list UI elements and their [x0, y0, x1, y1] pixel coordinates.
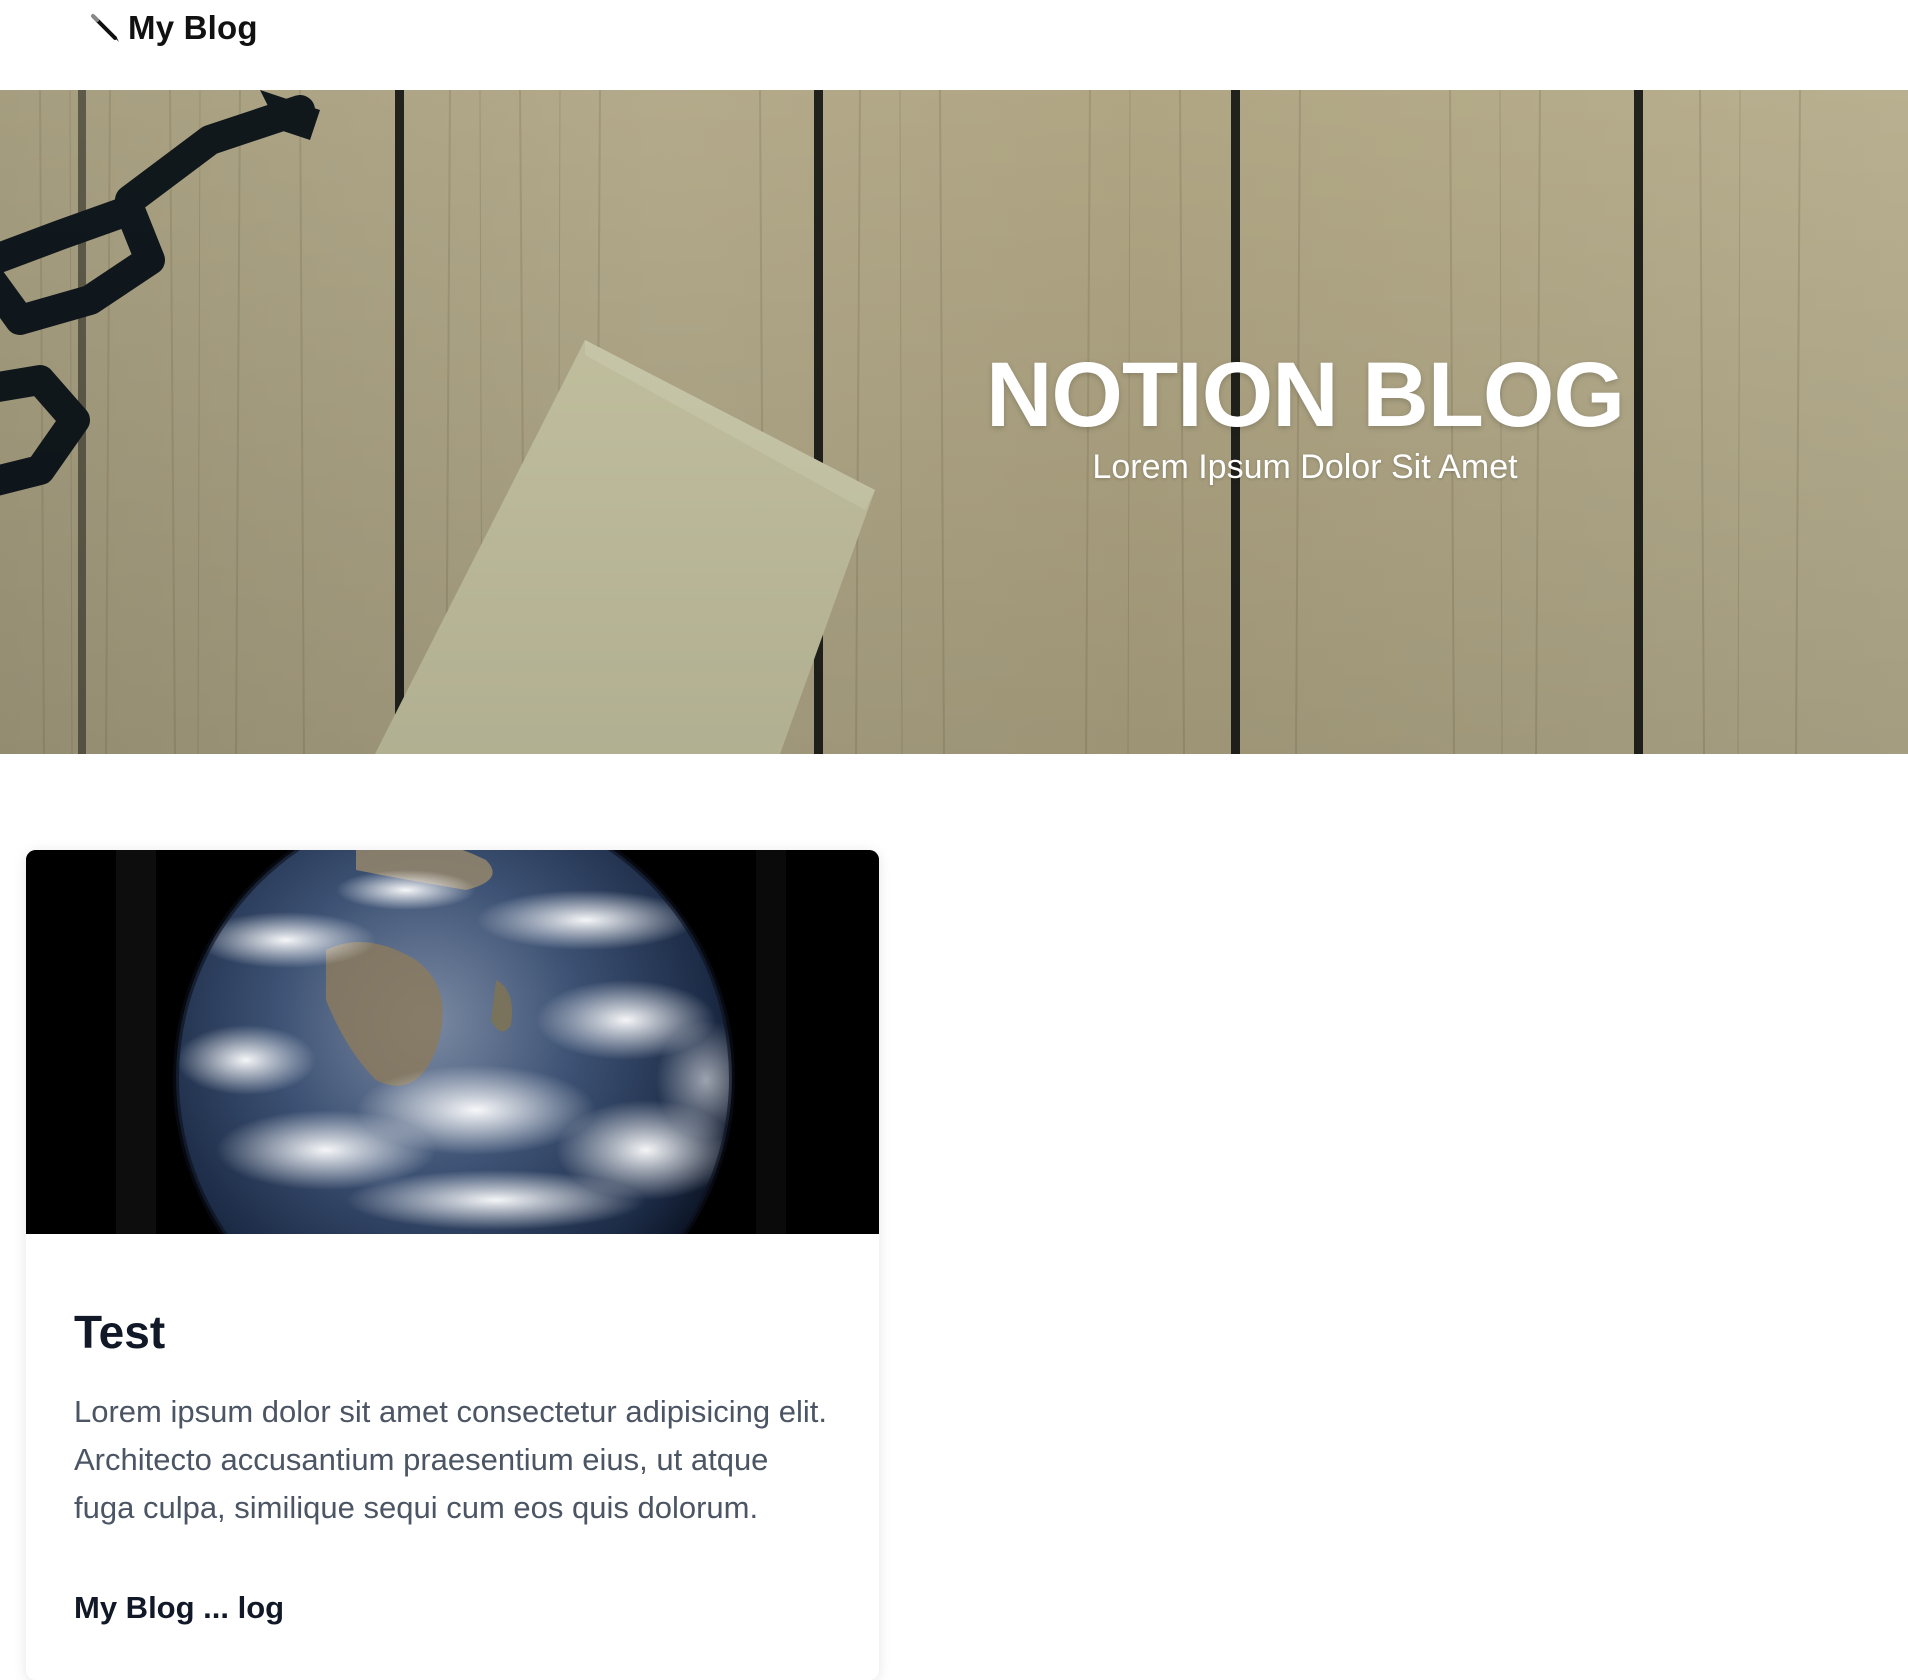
post-description: Lorem ipsum dolor sit amet consectetur a… — [74, 1394, 827, 1525]
hero-subtitle: Lorem Ipsum Dolor Sit Amet — [1092, 448, 1518, 486]
post-card-body: Test Lorem ipsum dolor sit amet consecte… — [26, 1234, 879, 1628]
post-title[interactable]: Test — [74, 1304, 831, 1360]
hero-banner: NOTION BLOG Lorem Ipsum Dolor Sit Amet — [0, 90, 1908, 754]
brand-home-link[interactable]: My Blog — [88, 6, 258, 50]
hero-text-block: NOTION BLOG Lorem Ipsum Dolor Sit Amet — [985, 345, 1625, 489]
brand-label: My Blog — [128, 9, 258, 46]
pen-icon — [91, 14, 119, 42]
post-card[interactable]: Test Lorem ipsum dolor sit amet consecte… — [26, 850, 879, 1680]
post-meta: My Blog ... log — [74, 1590, 285, 1625]
hero-title: NOTION BLOG — [985, 344, 1625, 446]
post-cover-image — [26, 850, 879, 1234]
earth-image — [26, 850, 879, 1234]
top-navbar: My Blog — [0, 0, 1908, 90]
